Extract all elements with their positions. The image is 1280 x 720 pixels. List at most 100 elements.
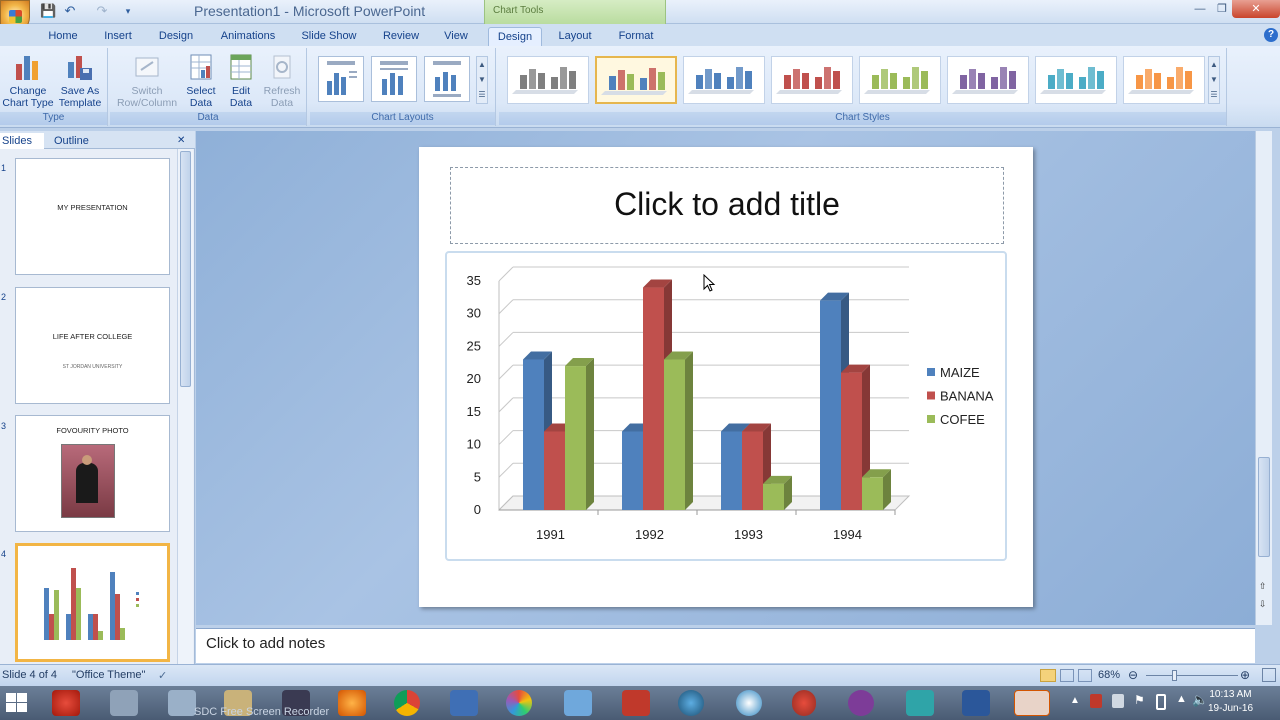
slide-show-icon[interactable] <box>1078 669 1092 682</box>
slide-counter: Slide 4 of 4 <box>2 669 58 681</box>
change-chart-type-button[interactable]: Change Chart Type <box>2 50 54 109</box>
zoom-out-icon[interactable]: ⊖ <box>1128 668 1138 682</box>
tab-chart-format[interactable]: Format <box>612 27 660 46</box>
customize-qat-icon[interactable]: ▾ <box>120 3 136 19</box>
photo-viewer-icon[interactable] <box>564 690 592 716</box>
scroll-up-icon[interactable]: ▲ <box>477 57 487 72</box>
viber-icon[interactable] <box>848 690 874 716</box>
tab-animations[interactable]: Animations <box>214 27 282 46</box>
close-button[interactable]: ✕ <box>1232 0 1280 18</box>
windows-start-icon[interactable] <box>6 693 28 713</box>
tab-home[interactable]: Home <box>40 27 86 46</box>
chart-styles-gallery-scroll[interactable]: ▲ ▼ ☰ <box>1208 56 1220 104</box>
tab-chart-layout[interactable]: Layout <box>552 27 598 46</box>
chart-style-1-thumbnail[interactable] <box>507 56 589 104</box>
tab-slide-show[interactable]: Slide Show <box>296 27 362 46</box>
scroll-up-icon[interactable]: ▲ <box>1209 57 1219 72</box>
browser-icon[interactable] <box>736 690 762 716</box>
bar-cofee <box>664 359 685 510</box>
close-pane-icon[interactable]: ✕ <box>177 133 187 149</box>
chart-tools-label: Chart Tools <box>493 5 544 16</box>
undo-icon[interactable]: ↶ <box>62 3 78 19</box>
battery-icon[interactable] <box>1156 694 1166 710</box>
chart-style-7-thumbnail[interactable] <box>1035 56 1117 104</box>
chart-style-8-thumbnail[interactable] <box>1123 56 1205 104</box>
flag-tray-icon[interactable]: ⚑ <box>1134 693 1145 707</box>
sql-icon[interactable] <box>450 690 478 716</box>
zoom-in-icon[interactable]: ⊕ <box>1240 668 1250 682</box>
tab-design[interactable]: Design <box>152 27 200 46</box>
tab-review[interactable]: Review <box>376 27 426 46</box>
normal-view-icon[interactable] <box>1040 669 1056 682</box>
more-icon[interactable]: ☰ <box>477 87 487 102</box>
opera-icon[interactable] <box>792 690 816 716</box>
computer-icon[interactable] <box>110 690 138 716</box>
vertical-scrollbar[interactable]: ⇧ ⇩ <box>1255 131 1272 625</box>
tab-insert[interactable]: Insert <box>96 27 140 46</box>
zoom-level[interactable]: 68% <box>1098 669 1120 681</box>
picasa-icon[interactable] <box>506 690 532 716</box>
title-placeholder[interactable]: Click to add title <box>450 167 1004 244</box>
tray-expand-icon[interactable]: ▲ <box>1070 695 1080 706</box>
chart-style-2-thumbnail[interactable] <box>595 56 677 104</box>
antivirus-tray-icon[interactable] <box>1090 694 1102 708</box>
tray-icon[interactable] <box>1112 694 1124 708</box>
next-slide-icon[interactable]: ⇩ <box>1259 599 1267 610</box>
notes-pane[interactable]: Click to add notes <box>196 628 1255 663</box>
settings-app-icon[interactable] <box>168 690 196 716</box>
save-icon[interactable]: 💾 <box>40 3 56 19</box>
flash-icon[interactable] <box>52 690 80 716</box>
switch-row-column-icon <box>133 52 161 82</box>
media-player-icon[interactable] <box>678 690 704 716</box>
zoom-slider-thumb[interactable] <box>1172 670 1177 681</box>
save-as-template-button[interactable]: Save As Template <box>54 50 106 109</box>
previous-slide-icon[interactable]: ⇧ <box>1259 581 1267 592</box>
firefox-icon[interactable] <box>338 690 366 716</box>
slide-sorter-icon[interactable] <box>1060 669 1074 682</box>
help-icon[interactable]: ? <box>1264 28 1278 42</box>
switch-row-column-button[interactable]: Switch Row/Column <box>114 50 180 109</box>
select-data-button[interactable]: Select Data <box>182 50 220 109</box>
slide-thumbnail-2[interactable]: LIFE AFTER COLLEGE ST JORDAN UNIVERSITY <box>15 287 170 404</box>
chart-layout-3-thumbnail[interactable] <box>424 56 470 102</box>
app-icon[interactable] <box>906 690 934 716</box>
background-app-label[interactable]: SDC Free Screen Recorder <box>194 706 329 718</box>
tab-chart-design[interactable]: Design <box>488 27 542 46</box>
chart-style-5-thumbnail[interactable] <box>859 56 941 104</box>
chart-object[interactable]: 0 5 10 15 20 25 30 35 1991 1992 1993 1994 MAIZE BANAN… <box>445 251 1007 561</box>
chart-style-3-thumbnail[interactable] <box>683 56 765 104</box>
word-icon[interactable] <box>962 690 990 716</box>
powerpoint-taskbar-icon[interactable] <box>1014 690 1050 716</box>
chart-layout-1-thumbnail[interactable] <box>318 56 364 102</box>
scroll-down-icon[interactable]: ▼ <box>1209 72 1219 87</box>
acrobat-icon[interactable] <box>622 690 650 716</box>
redo-icon[interactable]: ↷ <box>94 3 110 19</box>
slide-thumbnail-3[interactable]: FOVOURITY PHOTO <box>15 415 170 532</box>
network-icon[interactable]: ▲ <box>1176 693 1187 705</box>
slides-pane-scrollbar[interactable] <box>177 149 193 664</box>
chart-style-6-thumbnail[interactable] <box>947 56 1029 104</box>
chrome-icon[interactable] <box>394 690 420 716</box>
scrollbar-thumb[interactable] <box>180 151 191 387</box>
tab-slides[interactable]: Slides <box>0 133 44 149</box>
chart-layout-2-thumbnail[interactable] <box>371 56 417 102</box>
chart-layouts-gallery-scroll[interactable]: ▲ ▼ ☰ <box>476 56 488 104</box>
spell-check-icon[interactable]: ✓ <box>158 669 167 682</box>
pane-tabs: Slides Outline ✕ <box>0 131 195 149</box>
fit-slide-icon[interactable] <box>1262 668 1276 682</box>
thumbnail-title: LIFE AFTER COLLEGE <box>52 332 133 341</box>
scroll-down-icon[interactable]: ▼ <box>477 72 487 87</box>
scrollbar-thumb[interactable] <box>1258 457 1270 557</box>
chart-style-4-thumbnail[interactable] <box>771 56 853 104</box>
clock-date: 19-Jun-16 <box>1208 703 1254 714</box>
volume-icon[interactable]: 🔈 <box>1192 692 1208 708</box>
edit-data-button[interactable]: Edit Data <box>222 50 260 109</box>
slide-thumbnail-1[interactable]: MY PRESENTATION <box>15 158 170 275</box>
system-clock[interactable]: 10:13 AM 19-Jun-16 <box>1208 688 1253 716</box>
slide-thumbnail-4[interactable] <box>15 543 170 662</box>
tab-outline[interactable]: Outline <box>54 133 102 149</box>
refresh-data-button[interactable]: Refresh Data <box>260 50 304 109</box>
more-icon[interactable]: ☰ <box>1209 87 1219 102</box>
zoom-slider[interactable] <box>1146 675 1238 676</box>
tab-view[interactable]: View <box>438 27 474 46</box>
